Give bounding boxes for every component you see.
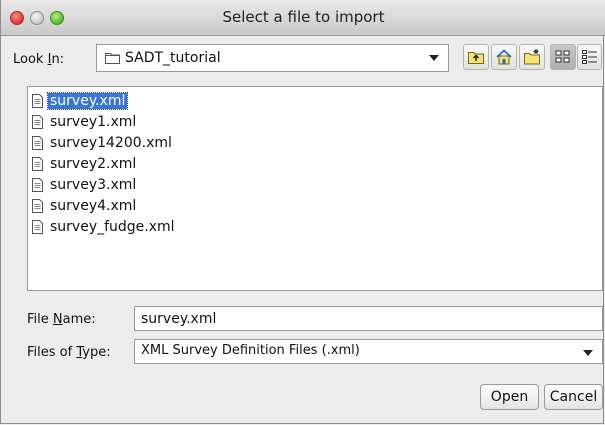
up-one-level-button[interactable] <box>463 44 489 70</box>
folder-icon <box>105 53 120 64</box>
file-name: survey.xml <box>46 92 129 110</box>
file-type-label-suffix: ype: <box>82 345 111 360</box>
file-icon <box>32 115 43 129</box>
look-in-label-suffix: n: <box>51 52 65 67</box>
chevron-down-icon[interactable] <box>429 55 439 61</box>
look-in-label: Look In: <box>13 52 64 67</box>
list-view-button[interactable] <box>550 44 576 70</box>
file-icon <box>32 94 43 108</box>
details-view-icon <box>582 50 597 64</box>
file-name: survey14200.xml <box>50 135 172 151</box>
open-button[interactable]: Open <box>480 384 539 410</box>
new-folder-icon <box>524 49 540 65</box>
home-icon <box>496 49 512 65</box>
folder-up-icon <box>468 52 484 64</box>
file-list[interactable]: survey.xml survey1.xml survey14200.xml surv… <box>27 86 603 291</box>
file-name: survey3.xml <box>50 177 137 193</box>
file-name-input[interactable] <box>134 306 603 331</box>
title-bar[interactable]: Select a file to import <box>1 0 605 36</box>
file-name-label: File Name: <box>27 312 96 327</box>
file-icon <box>32 136 43 150</box>
file-type-label-prefix: Files of <box>27 345 77 360</box>
new-folder-button[interactable] <box>519 44 545 70</box>
file-name-label-suffix: ame: <box>62 312 96 327</box>
file-type-dropdown[interactable]: XML Survey Definition Files (.xml) <box>134 339 603 364</box>
file-type-value: XML Survey Definition Files (.xml) <box>141 343 360 358</box>
look-in-label-prefix: Look <box>13 52 48 67</box>
file-icon <box>32 178 43 192</box>
file-name: survey2.xml <box>50 156 137 172</box>
details-view-button[interactable] <box>577 44 602 70</box>
window-title: Select a file to import <box>222 8 385 26</box>
file-name-label-mnemonic: N <box>52 312 63 327</box>
file-icon <box>32 199 43 213</box>
chevron-down-icon[interactable] <box>583 350 593 356</box>
file-icon <box>32 220 43 234</box>
home-button[interactable] <box>491 44 517 70</box>
file-name-label-prefix: File <box>27 312 53 327</box>
file-name: survey_fudge.xml <box>50 219 175 235</box>
look-in-dropdown[interactable]: SADT_tutorial <box>96 44 449 72</box>
file-name: survey4.xml <box>50 198 137 214</box>
file-import-dialog: Select a file to import Look In: SADT_tu… <box>0 0 605 424</box>
file-type-label: Files of Type: <box>27 345 111 360</box>
list-view-icon <box>555 50 570 63</box>
cancel-button[interactable]: Cancel <box>544 384 603 410</box>
file-icon <box>32 157 43 171</box>
look-in-value: SADT_tutorial <box>125 50 221 66</box>
file-name: survey1.xml <box>50 114 137 130</box>
